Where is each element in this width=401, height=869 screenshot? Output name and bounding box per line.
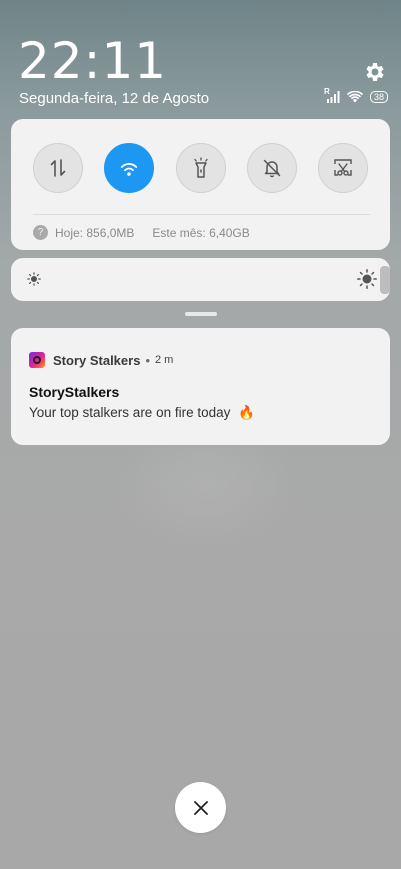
notification-text: Your top stalkers are on fire today 🔥	[29, 405, 255, 421]
clear-all-button[interactable]	[175, 782, 226, 833]
app-name: Story Stalkers	[53, 352, 141, 368]
clock: 22:11	[18, 32, 168, 90]
settings-gear-icon[interactable]	[362, 60, 386, 84]
system-icons: R 38	[324, 87, 388, 103]
usage-today: Hoje: 856,0MB	[55, 225, 135, 240]
quick-divider	[33, 214, 370, 215]
separator-dot: •	[145, 352, 150, 368]
flashlight-icon	[193, 157, 208, 178]
brightness-low-icon	[27, 272, 41, 286]
data-arrows-icon	[50, 159, 66, 177]
quick-toggles	[33, 143, 368, 193]
toggle-mute[interactable]	[246, 143, 297, 193]
battery-indicator: 38	[369, 91, 388, 103]
brightness-thumb[interactable]	[380, 266, 390, 294]
scissors-icon	[334, 159, 352, 176]
toggle-mobile-data[interactable]	[33, 143, 83, 193]
notification-header: Story Stalkers • 2 m	[29, 352, 173, 368]
notification-title: StoryStalkers	[29, 384, 120, 400]
close-icon	[193, 800, 208, 815]
fire-emoji: 🔥	[238, 405, 255, 420]
wifi-status-icon	[346, 91, 363, 103]
signal-icon: R	[324, 87, 340, 103]
notification-time: 2 m	[155, 354, 174, 366]
wifi-icon	[121, 163, 138, 176]
toggle-flashlight[interactable]	[175, 143, 226, 193]
help-icon[interactable]: ?	[33, 225, 48, 240]
notification-card[interactable]: Story Stalkers • 2 m StoryStalkers Your …	[11, 328, 390, 445]
toggle-screenshot[interactable]	[318, 143, 368, 193]
notification-body: Your top stalkers are on fire today	[29, 405, 231, 420]
date-label: Segunda-feira, 12 de Agosto	[19, 90, 210, 107]
brightness-high-icon	[357, 269, 377, 289]
drag-handle[interactable]	[185, 312, 217, 316]
usage-month: Este mês: 6,40GB	[152, 225, 250, 240]
toggle-wifi[interactable]	[104, 143, 155, 193]
status-header: 22:11 Segunda-feira, 12 de Agosto R 38	[0, 0, 401, 120]
quick-settings-panel: ? Hoje: 856,0MB Este mês: 6,40GB	[11, 119, 390, 250]
app-icon	[29, 352, 45, 368]
brightness-slider[interactable]	[11, 258, 390, 301]
bell-off-icon	[263, 159, 280, 178]
data-usage: ? Hoje: 856,0MB Este mês: 6,40GB	[33, 225, 250, 240]
